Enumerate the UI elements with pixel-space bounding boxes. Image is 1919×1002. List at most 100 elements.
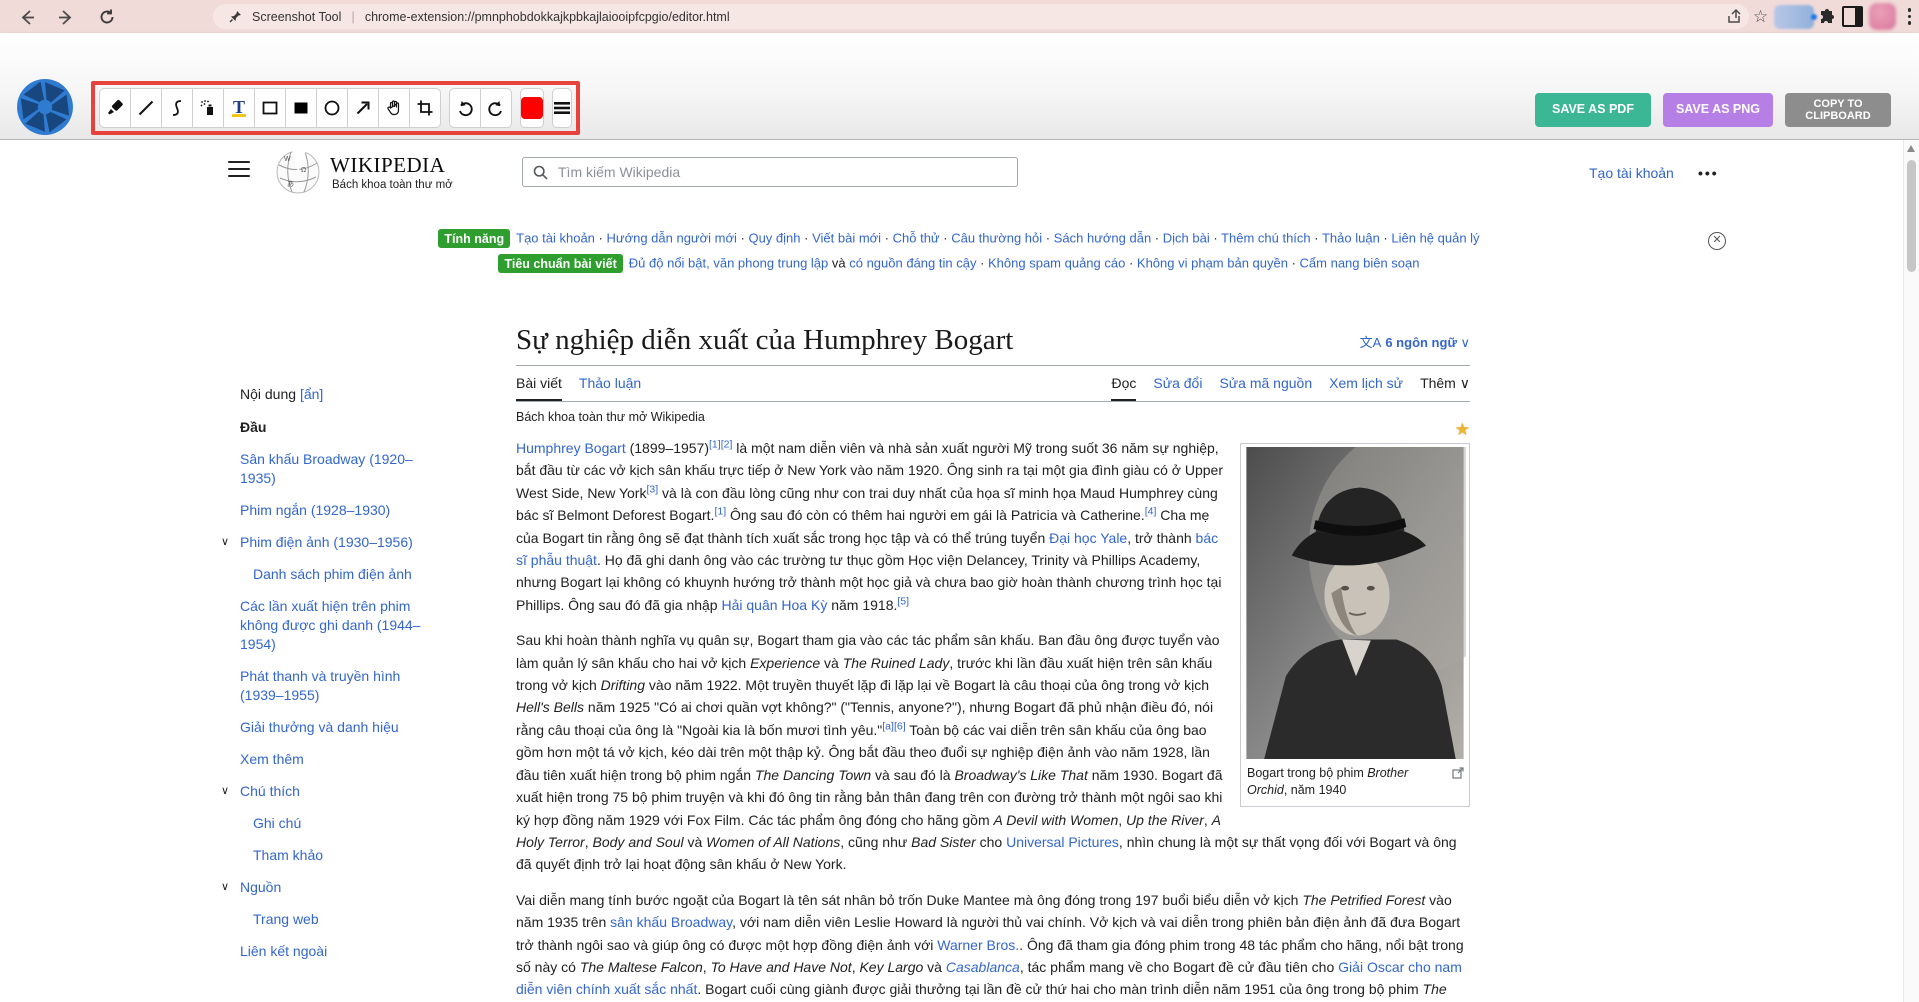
link[interactable]: [4] <box>1145 506 1157 518</box>
link[interactable]: Viết bài mới <box>812 231 881 246</box>
toc-item[interactable]: Danh sách phim điện ảnh <box>253 565 426 584</box>
tab-thêm[interactable]: Thêm ∨ <box>1420 375 1470 401</box>
arrow-tool-button[interactable] <box>347 88 379 128</box>
crop-tool-button[interactable] <box>409 88 441 128</box>
ellipse-tool-button[interactable] <box>316 88 348 128</box>
toc-item[interactable]: Xem thêm <box>240 750 426 769</box>
featured-article-star-icon[interactable]: ★ <box>1455 420 1470 440</box>
rectangle-tool-button[interactable] <box>254 88 286 128</box>
search-box[interactable] <box>522 157 1018 187</box>
header-overflow-icon[interactable]: ••• <box>1698 165 1719 181</box>
link[interactable]: Casablanca <box>946 959 1020 975</box>
link[interactable]: Humphrey Bogart <box>516 440 626 456</box>
link[interactable]: có nguồn đáng tin cậy <box>849 256 976 271</box>
profile-avatar[interactable] <box>1866 3 1900 30</box>
tab-xem-lịch-sử[interactable]: Xem lịch sử <box>1329 375 1403 401</box>
line-tool-button[interactable] <box>130 88 162 128</box>
link[interactable]: [3] <box>646 483 658 495</box>
link[interactable]: Câu thường hỏi <box>951 231 1042 246</box>
link[interactable]: Sách hướng dẫn <box>1054 231 1151 246</box>
reload-icon[interactable] <box>94 4 120 30</box>
redo-button[interactable] <box>480 88 512 128</box>
pan-hand-tool-button[interactable] <box>378 88 410 128</box>
page-scrollbar[interactable] <box>1903 140 1919 1002</box>
tab-preview-thumbnail[interactable] <box>1773 4 1817 29</box>
toc-chevron-icon[interactable]: ∨ <box>221 533 229 552</box>
toc-item[interactable]: Các lần xuất hiện trên phim không được g… <box>240 597 426 654</box>
tab-sửa-đổi[interactable]: Sửa đổi <box>1153 375 1202 401</box>
toc-item[interactable]: Phát thanh và truyền hình (1939–1955) <box>240 667 426 705</box>
main-menu-icon[interactable] <box>228 161 250 177</box>
save-as-pdf-button[interactable]: SAVE AS PDF <box>1535 93 1651 127</box>
tab-bài-viết[interactable]: Bài viết <box>516 375 562 401</box>
create-account-link[interactable]: Tạo tài khoản <box>1589 165 1674 181</box>
link[interactable]: Liên hệ quản lý <box>1391 231 1479 246</box>
copy-to-clipboard-button[interactable]: COPY TO CLIPBOARD <box>1785 93 1891 127</box>
link[interactable]: Cẩm nang biên soạn <box>1300 256 1420 271</box>
toc-chevron-icon[interactable]: ∨ <box>221 782 229 801</box>
extensions-puzzle-icon[interactable] <box>1814 4 1840 30</box>
toc-chevron-icon[interactable]: ∨ <box>221 878 229 897</box>
back-icon[interactable] <box>14 4 40 30</box>
toc-item[interactable]: ∨ Phim điện ảnh (1930–1956) <box>221 533 426 552</box>
wikipedia-globe-logo[interactable]: W Ω あ <box>274 148 322 201</box>
link[interactable]: Chỗ thử <box>893 231 940 246</box>
toc-item[interactable]: ∨ Chú thích <box>221 782 426 801</box>
language-selector[interactable]: 文A 6 ngôn ngữ ∨ <box>1360 332 1470 351</box>
wikipedia-wordmark[interactable]: WIKIPEDIA <box>330 153 445 178</box>
link[interactable]: Đại học Yale <box>1049 530 1127 546</box>
bogart-photo[interactable] <box>1244 447 1466 759</box>
infobox-image-card: Bogart trong bộ phim Brother Orchid, năm… <box>1240 443 1470 807</box>
browser-menu-icon[interactable] <box>1900 8 1919 25</box>
toc-item[interactable]: Ghi chú <box>253 814 426 833</box>
link[interactable]: Không vi phạm bản quyền <box>1137 256 1288 271</box>
tab-sửa-mã-nguồn[interactable]: Sửa mã nguồn <box>1219 375 1312 401</box>
color-swatch-button[interactable] <box>520 88 544 128</box>
link[interactable]: Thảo luận <box>1322 231 1380 246</box>
scrollbar-up-arrow[interactable] <box>1907 145 1915 152</box>
link[interactable]: [1] <box>714 506 726 518</box>
toc-item[interactable]: ∨ Nguồn <box>221 878 426 897</box>
toc-hide-link[interactable]: [ẩn] <box>300 386 323 402</box>
side-panel-icon[interactable] <box>1840 4 1866 30</box>
share-icon[interactable] <box>1722 4 1748 30</box>
link[interactable]: Warner Bros. <box>937 937 1019 953</box>
marker-tool-button[interactable] <box>99 88 131 128</box>
link[interactable]: [1][2] <box>709 438 732 450</box>
undo-button[interactable] <box>449 88 481 128</box>
text-tool-button[interactable]: T <box>223 88 255 128</box>
search-input[interactable] <box>556 163 1017 181</box>
toc-item[interactable]: Giải thưởng và danh hiệu <box>240 718 426 737</box>
stroke-menu-button[interactable] <box>552 88 572 128</box>
color-spray-tool-button[interactable] <box>192 88 224 128</box>
save-as-png-button[interactable]: SAVE AS PNG <box>1663 93 1773 127</box>
link[interactable]: Universal Pictures <box>1006 834 1119 850</box>
toc-item[interactable]: Tham khảo <box>253 846 426 865</box>
notice-close-icon[interactable]: ✕ <box>1708 232 1726 250</box>
curve-tool-button[interactable] <box>161 88 193 128</box>
toc-item[interactable]: Liên kết ngoài <box>240 942 426 961</box>
link[interactable]: Thêm chú thích <box>1221 231 1311 246</box>
link[interactable]: Đủ độ nổi bật, văn phong trung lập <box>629 256 828 271</box>
toc-item[interactable]: Trang web <box>253 910 426 929</box>
tab-đọc[interactable]: Đọc <box>1111 375 1137 401</box>
scrollbar-thumb[interactable] <box>1907 160 1916 272</box>
image-expand-icon[interactable] <box>1452 767 1464 784</box>
link[interactable]: Hải quân Hoa Kỳ <box>721 597 827 613</box>
bookmark-star-icon[interactable]: ☆ <box>1748 4 1774 30</box>
link[interactable]: [a][6] <box>882 720 905 732</box>
features-badge: Tính năng <box>438 229 511 248</box>
link[interactable]: Quy định <box>748 231 800 246</box>
toc-item[interactable]: Sân khấu Broadway (1920–1935) <box>240 450 426 488</box>
link[interactable]: Dịch bài <box>1163 231 1210 246</box>
address-bar[interactable]: Screenshot Tool | chrome-extension://pmn… <box>213 4 1749 29</box>
link[interactable]: Tạo tài khoản <box>516 231 595 246</box>
link[interactable]: Hướng dẫn người mới <box>606 231 736 246</box>
link[interactable]: Không spam quảng cáo <box>988 256 1125 271</box>
filled-rectangle-tool-button[interactable] <box>285 88 317 128</box>
tab-thảo-luận[interactable]: Thảo luận <box>579 375 641 401</box>
forward-icon[interactable] <box>52 4 78 30</box>
link[interactable]: [5] <box>897 595 909 607</box>
toc-item[interactable]: Phim ngắn (1928–1930) <box>240 501 426 520</box>
link[interactable]: sân khấu Broadway <box>610 914 732 930</box>
